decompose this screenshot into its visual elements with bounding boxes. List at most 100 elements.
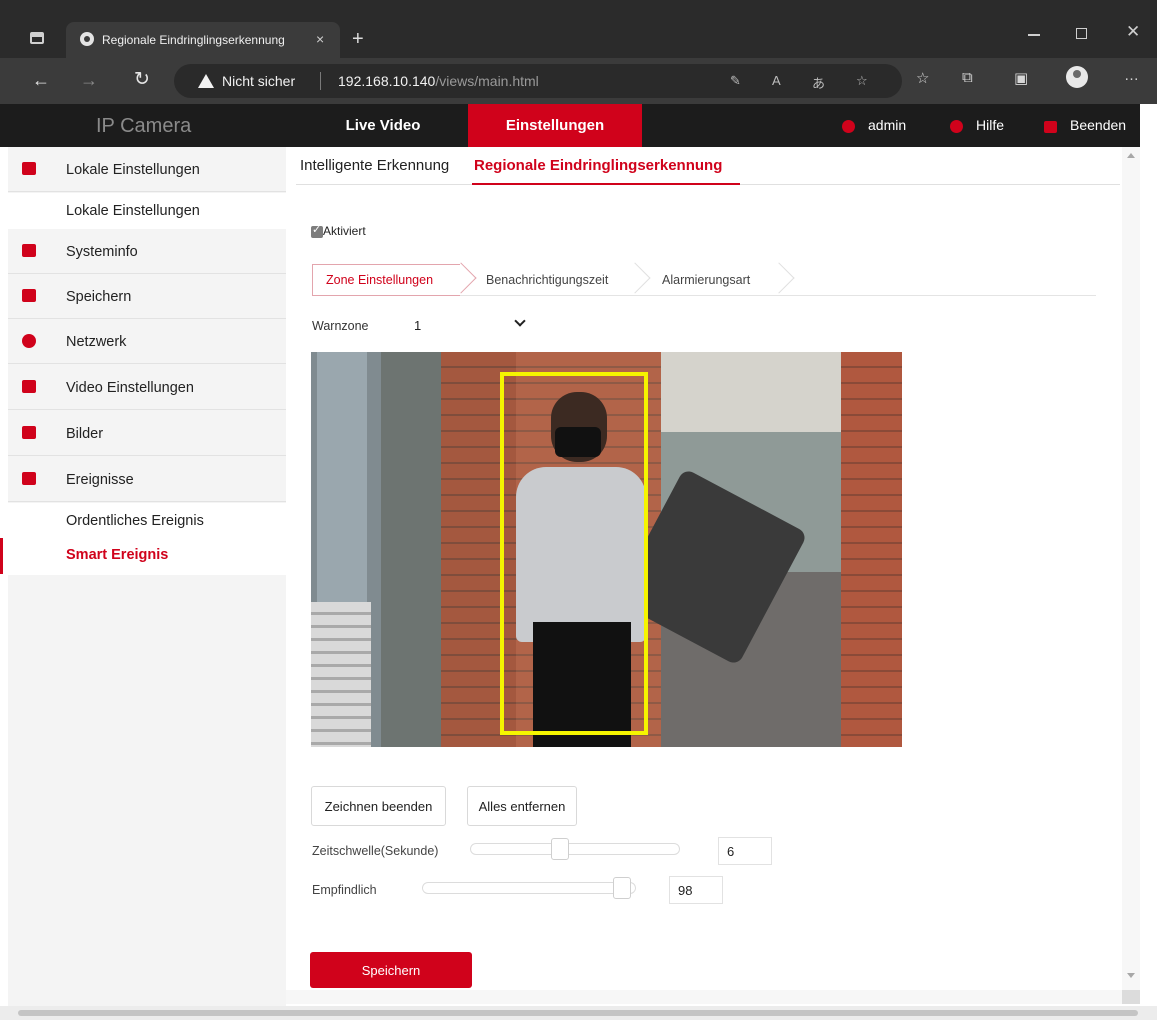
scroll-down-icon[interactable]: [1127, 973, 1135, 978]
sidebar-item-label: Ereignisse: [66, 472, 134, 488]
nav-settings[interactable]: Einstellungen: [468, 104, 642, 147]
tab-actions-icon[interactable]: [30, 32, 44, 44]
sidebar-item-label: Netzwerk: [66, 334, 127, 350]
scroll-corner: [1122, 990, 1140, 1004]
window-close-icon[interactable]: ✕: [1126, 22, 1140, 42]
brand-title: IP Camera: [96, 115, 192, 137]
app-header: IP Camera Live Video Einstellungen admin…: [0, 104, 1157, 147]
sidebar-item-video[interactable]: Video Einstellungen: [8, 365, 286, 410]
step-notification-time[interactable]: Benachrichtigungszeit: [486, 264, 608, 296]
page-tabs: Intelligente Erkennung Regionale Eindrin…: [296, 147, 1120, 185]
sensitivity-slider[interactable]: [422, 877, 636, 899]
clear-all-button[interactable]: Alles entfernen: [467, 786, 577, 826]
tab-intrusion-detection[interactable]: Regionale Eindringlingserkennung: [474, 157, 722, 174]
reload-icon[interactable]: ↻: [134, 68, 150, 91]
stop-drawing-button[interactable]: Zeichnen beenden: [311, 786, 446, 826]
sensitivity-value[interactable]: 98: [669, 876, 723, 904]
enabled-label: Aktiviert: [323, 224, 366, 238]
sidebar-sub-regular-event[interactable]: Ordentliches Ereignis: [66, 513, 204, 529]
save-button[interactable]: Speichern: [310, 952, 472, 988]
threshold-value[interactable]: 6: [718, 837, 772, 865]
step-alarm-type[interactable]: Alarmierungsart: [662, 264, 750, 296]
sidebar-item-label: Video Einstellungen: [66, 380, 194, 396]
threshold-slider-handle[interactable]: [551, 838, 569, 860]
more-menu-icon[interactable]: …: [1124, 67, 1139, 84]
add-favorite-icon[interactable]: ☆: [856, 73, 868, 89]
collections-icon[interactable]: ⧉: [962, 69, 973, 86]
door-frame: [381, 352, 441, 747]
event-list-icon: [22, 472, 36, 485]
pen-icon[interactable]: ✎: [730, 73, 741, 89]
globe-icon: [22, 334, 36, 348]
url-divider: [320, 72, 321, 90]
step-zone-settings[interactable]: Zone Einstellungen: [326, 264, 433, 296]
back-arrow-icon[interactable]: ←: [32, 70, 50, 91]
threshold-slider[interactable]: [470, 838, 680, 860]
enabled-checkbox[interactable]: [311, 223, 323, 238]
horizontal-scrollbar[interactable]: [286, 990, 1122, 1004]
translate-icon[interactable]: あ: [812, 73, 825, 92]
chevron-right-icon: [763, 262, 795, 294]
browser-tab[interactable]: Regionale Eindringlingserkennung ×: [66, 22, 340, 58]
tab-close-icon[interactable]: ×: [316, 31, 324, 47]
page-horizontal-scrollbar[interactable]: [0, 1006, 1157, 1020]
read-aloud-icon[interactable]: A: [772, 73, 781, 88]
browser-tab-bar: Regionale Eindringlingserkennung × + ✕: [0, 0, 1157, 58]
address-bar: ← → ↻ Nicht sicher 192.168.10.140/views/…: [0, 58, 1157, 104]
tab-intelligent-detection[interactable]: Intelligente Erkennung: [300, 157, 449, 174]
logout-link[interactable]: Beenden: [1070, 104, 1126, 147]
forward-arrow-icon[interactable]: →: [80, 70, 98, 91]
zone-select[interactable]: 1: [404, 312, 536, 340]
url-host: 192.168.10.140: [338, 73, 436, 89]
new-tab-icon[interactable]: +: [352, 28, 364, 51]
sidebar-sub-local-settings[interactable]: Lokale Einstellungen: [66, 203, 200, 219]
sidebar: Lokale Einstellungen Lokale Einstellunge…: [8, 147, 286, 1010]
sidebar-item-local-settings[interactable]: Lokale Einstellungen: [8, 147, 286, 192]
active-tab-underline: [472, 183, 740, 185]
sidebar-item-systeminfo[interactable]: Systeminfo: [8, 229, 286, 274]
user-link[interactable]: admin: [868, 104, 906, 147]
security-label[interactable]: Nicht sicher: [222, 73, 295, 89]
help-icon: [950, 120, 963, 133]
url-field[interactable]: Nicht sicher 192.168.10.140/views/main.h…: [174, 64, 902, 98]
favorites-icon[interactable]: ☆: [916, 69, 929, 87]
url-text[interactable]: 192.168.10.140/views/main.html: [338, 73, 539, 89]
info-card-icon: [22, 244, 36, 257]
sidebar-item-label: Bilder: [66, 426, 104, 442]
sidebar-item-label: Lokale Einstellungen: [66, 162, 200, 178]
threshold-label: Zeitschwelle(Sekunde): [312, 844, 439, 858]
url-path: /views/main.html: [435, 73, 539, 89]
help-link[interactable]: Hilfe: [976, 104, 1004, 147]
profile-avatar[interactable]: [1066, 66, 1088, 88]
extensions-icon[interactable]: ▣: [1014, 69, 1028, 87]
page-scroll-thumb[interactable]: [18, 1010, 1138, 1016]
floppy-disk-icon: [22, 289, 36, 302]
step-tabs: Zone Einstellungen Benachrichtigungszeit…: [312, 262, 1096, 296]
detection-zone-box[interactable]: [500, 372, 648, 735]
scroll-up-icon[interactable]: [1127, 153, 1135, 158]
sidebar-item-storage[interactable]: Speichern: [8, 274, 286, 319]
logout-icon: [1044, 121, 1057, 133]
window-reflection: [317, 352, 367, 602]
active-indicator: [0, 538, 3, 574]
brick-pillar: [841, 352, 902, 747]
ceiling: [661, 352, 841, 432]
tab-title: Regionale Eindringlingserkennung: [102, 33, 285, 47]
chevron-down-icon: [514, 315, 526, 327]
sidebar-item-events[interactable]: Ereignisse: [8, 457, 286, 502]
sidebar-item-label: Speichern: [66, 289, 132, 305]
sidebar-item-images[interactable]: Bilder: [8, 411, 286, 456]
minimize-icon[interactable]: [1028, 34, 1040, 36]
tab-favicon-icon: [80, 32, 94, 46]
maximize-icon[interactable]: [1076, 28, 1087, 39]
nav-live-video[interactable]: Live Video: [300, 104, 466, 147]
sidebar-item-network[interactable]: Netzwerk: [8, 319, 286, 364]
sidebar-sub-smart-event[interactable]: Smart Ereignis: [66, 547, 168, 563]
image-icon: [22, 426, 36, 439]
vent-louvers: [311, 602, 371, 747]
sensitivity-slider-handle[interactable]: [613, 877, 631, 899]
sidebar-submenu: Ordentliches Ereignis Smart Ereignis: [8, 503, 286, 575]
vertical-scrollbar[interactable]: [1122, 147, 1140, 993]
monitor-icon: [22, 162, 36, 175]
video-icon: [22, 380, 36, 393]
